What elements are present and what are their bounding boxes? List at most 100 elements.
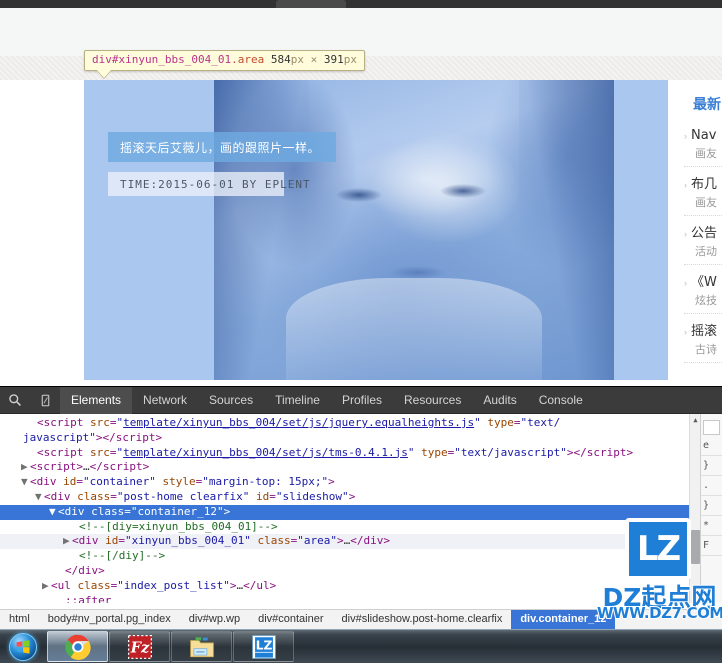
twisty-expanded-icon[interactable]: ▼ (21, 475, 30, 490)
sidebar-item-link[interactable]: 摇滚 (691, 320, 717, 339)
browser-tab[interactable] (276, 0, 346, 8)
token-val: "margin-top: 15px;" (202, 475, 329, 489)
styles-filter-input[interactable] (703, 420, 720, 435)
dom-tree-node[interactable]: ▼ <div class="post-home clearfix" id="sli… (0, 490, 700, 505)
tooltip-width-unit: px (290, 53, 304, 66)
tab-timeline[interactable]: Timeline (264, 387, 331, 414)
device-mode-icon[interactable] (30, 387, 60, 414)
dom-tree-node[interactable]: ▼ <div id="container" style="margin-top: … (0, 475, 700, 490)
devtools-tabs: Elements Network Sources Timeline Profiles Re… (60, 386, 594, 414)
sidebar-item[interactable]: › 公告 活动 (684, 222, 722, 265)
tooltip-width: 584 (270, 53, 291, 66)
breadcrumb-item[interactable]: div#slideshow.post-home.clearfix (333, 610, 512, 629)
token-val: " (474, 416, 481, 429)
twisty-collapsed-icon[interactable]: ▶ (21, 460, 30, 475)
photo-shading-right (519, 80, 614, 380)
dom-tree-node[interactable]: ▶ <ul class="index_post_list">…</ul> (0, 579, 700, 594)
breadcrumb-item[interactable]: div#container (249, 610, 332, 629)
token-tag: script (36, 460, 77, 474)
sidebar-item-link[interactable]: Nav (691, 128, 716, 143)
tab-elements[interactable]: Elements (60, 386, 133, 414)
tooltip-height-unit: px (343, 53, 357, 66)
dom-tree-node[interactable]: ::after (0, 594, 700, 603)
token-val: "xinyun_bbs_004_01" (125, 534, 251, 548)
token-link[interactable]: template/xinyun_bbs_004/set/js/tms-0.4.1… (123, 446, 408, 459)
dom-tree-node[interactable]: ▶ <script>…</script> (0, 460, 700, 475)
dom-tree-node[interactable]: javascript"></script> (0, 431, 700, 446)
slideshow-photo[interactable] (214, 80, 614, 380)
taskbar-item-chrome[interactable] (47, 631, 108, 662)
dz-qidian-icon: LZ (251, 634, 276, 659)
styles-text-fragment: e (703, 440, 710, 451)
styles-sidebar[interactable]: e}.} * F (700, 414, 722, 603)
twisty-expanded-icon[interactable]: ▼ (35, 490, 44, 505)
sidebar-item[interactable]: › 布几 画友 (684, 173, 722, 216)
breadcrumb-item[interactable]: body#nv_portal.pg_index (39, 610, 180, 629)
dom-tree-node[interactable]: </div> (0, 564, 700, 579)
token-tag: div (363, 534, 384, 548)
sidebar-item[interactable]: › 摇滚古诗 (684, 320, 722, 363)
scroll-down-icon[interactable]: ▼ (691, 591, 700, 602)
token-punc: < (37, 445, 44, 459)
twisty-collapsed-icon[interactable]: ▶ (42, 579, 51, 594)
twisty-expanded-icon[interactable]: ▼ (49, 505, 58, 520)
tab-resources[interactable]: Resources (393, 387, 472, 414)
token-punc: < (30, 460, 37, 474)
inspected-element-highlight[interactable]: 摇滚天后艾薇儿，画的跟照片一样。 TIME:2015-06-01 BY EPLE… (84, 80, 668, 380)
sidebar-item-row[interactable]: › Nav (684, 128, 722, 143)
dom-tree-node[interactable]: ▼ <div class="container_12"> (0, 504, 700, 520)
tab-sources[interactable]: Sources (198, 387, 264, 414)
slide-caption-bar[interactable]: 摇滚天后艾薇儿，画的跟照片一样。 (108, 132, 336, 162)
photo-eye-right (440, 184, 486, 198)
dom-tree-node[interactable]: <script src="template/xinyun_bbs_004/set… (0, 416, 700, 431)
sidebar-item[interactable]: › 《W 炫技 (684, 271, 722, 314)
chevron-right-icon: › (684, 278, 687, 288)
scroll-up-icon[interactable]: ▲ (691, 415, 700, 426)
taskbar-item-filezilla[interactable]: Fz (109, 631, 170, 662)
dom-tree[interactable]: <script src="template/xinyun_bbs_004/set… (0, 414, 700, 603)
tooltip-selector-class: .area (231, 53, 265, 66)
dom-tree-node[interactable]: ▶ <div id="xinyun_bbs_004_01" class="area… (0, 534, 700, 550)
twisty-collapsed-icon[interactable]: ▶ (63, 534, 72, 549)
sidebar-item-row[interactable]: › 摇滚 (684, 320, 722, 339)
sidebar-item-subtitle: 古诗 (695, 343, 717, 356)
tab-console[interactable]: Console (528, 387, 594, 414)
tab-network[interactable]: Network (132, 387, 198, 414)
devtools-toolbar: Elements Network Sources Timeline Profiles Re… (0, 386, 722, 414)
dom-tree-node[interactable]: <!--[/diy]--> (0, 549, 700, 564)
breadcrumb-item[interactable]: div.container_12 (511, 610, 616, 629)
token-punc: </ (65, 563, 79, 577)
taskbar-item-dzqidian[interactable]: LZ (233, 631, 294, 662)
breadcrumb-item[interactable]: div#wp.wp (180, 610, 249, 629)
token-txt: … (83, 460, 90, 474)
tab-profiles[interactable]: Profiles (331, 387, 393, 414)
sidebar-item-row[interactable]: › 布几 (684, 173, 722, 192)
token-tag: script (43, 416, 84, 429)
token-cmt: <!--[/diy]--> (79, 549, 166, 563)
breadcrumb-item[interactable]: html (0, 610, 39, 629)
styles-rule-divider (701, 495, 722, 496)
sidebar-item-row[interactable]: › 公告 (684, 222, 722, 241)
dom-tree-node[interactable]: <!--[diy=xinyun_bbs_004_01]--> (0, 520, 700, 535)
sidebar-item-row[interactable]: › 《W (684, 271, 722, 290)
token-link[interactable]: template/xinyun_bbs_004/set/js/jquery.eq… (123, 416, 474, 429)
screen-root: 摇滚天后艾薇儿，画的跟照片一样。 TIME:2015-06-01 BY EPLE… (0, 0, 722, 663)
tab-audits[interactable]: Audits (472, 387, 527, 414)
scrollbar-thumb[interactable] (691, 530, 700, 564)
sidebar-divider (684, 215, 722, 216)
sidebar-item-link[interactable]: 《W (691, 271, 717, 290)
sidebar-item-link[interactable]: 布几 (691, 173, 717, 192)
inspect-element-icon[interactable] (0, 387, 30, 414)
taskbar-item-explorer[interactable] (171, 631, 232, 662)
photo-lips (390, 266, 446, 279)
token-tag: script (43, 445, 84, 459)
start-button[interactable] (0, 631, 46, 663)
devtools-panel: Elements Network Sources Timeline Profiles Re… (0, 386, 722, 629)
token-attr: src (90, 416, 110, 429)
dom-tree-scrollbar[interactable]: ▲ ▼ (689, 414, 700, 603)
sidebar-item[interactable]: › Nav 画友 (684, 128, 722, 167)
token-punc: > (76, 460, 83, 474)
sidebar-item-link[interactable]: 公告 (691, 222, 717, 241)
token-tag: ul (57, 578, 71, 592)
dom-tree-node[interactable]: <script src="template/xinyun_bbs_004/set… (0, 446, 700, 461)
